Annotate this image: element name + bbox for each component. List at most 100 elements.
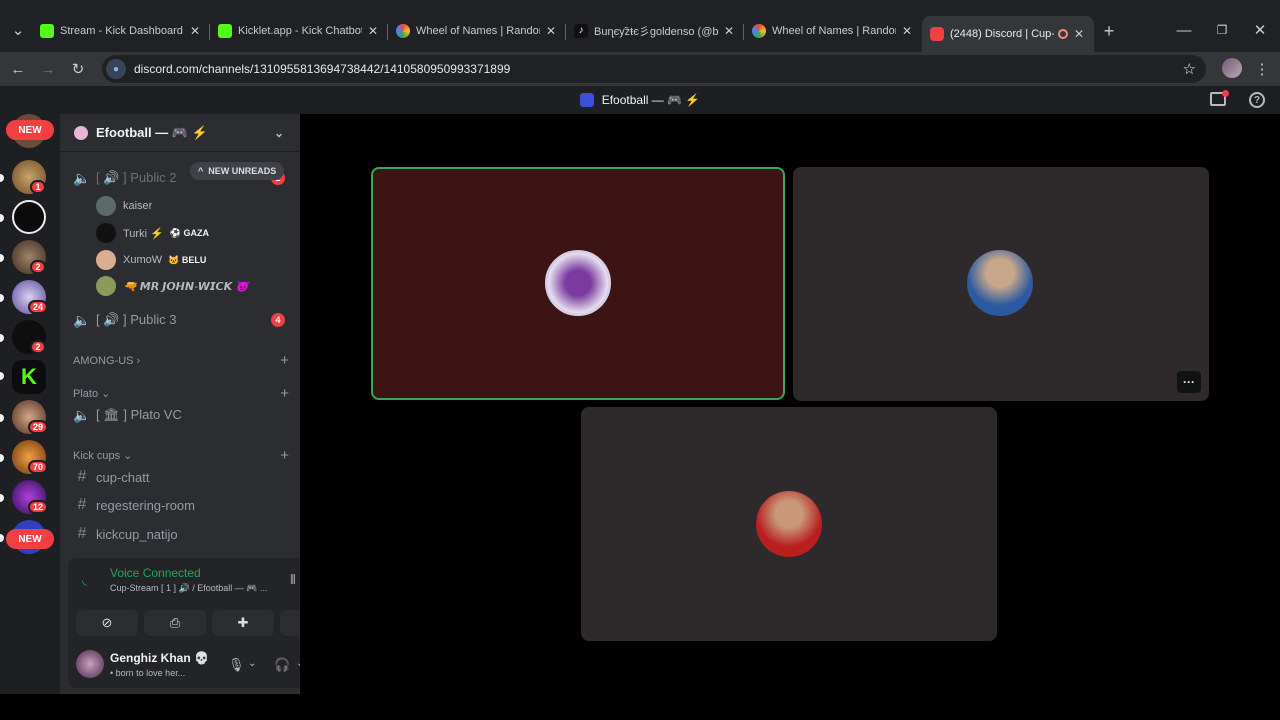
voice-stage: ···	[300, 114, 1280, 720]
wheel-favicon-icon	[752, 24, 766, 38]
restore-icon[interactable]: ❐	[1210, 18, 1234, 42]
signal-icon[interactable]: ◟	[82, 572, 87, 588]
reload-icon[interactable]: ↻	[66, 57, 90, 81]
guild-header[interactable]: Efootball — 🎮 ⚡ ⌄	[60, 114, 300, 152]
back-icon[interactable]: ←	[6, 57, 30, 81]
text-channel[interactable]: # regestering-room	[72, 493, 292, 517]
category-label: Kick cups ⌄	[73, 450, 133, 462]
tab-title: Wheel of Names | Random	[772, 25, 896, 37]
headphones-icon[interactable]: 🎧	[274, 657, 290, 673]
speaker-icon: 🔈	[73, 406, 91, 423]
soundboard-icon[interactable]: ⦀	[290, 572, 296, 588]
category-plato[interactable]: Plato ⌄ +	[73, 385, 289, 402]
participant-tile-speaking[interactable]	[371, 167, 785, 400]
camera-off-icon: ⊘	[101, 615, 113, 630]
help-icon[interactable]: ?	[1249, 92, 1265, 108]
category-among-us[interactable]: AMONG-US › +	[73, 352, 289, 369]
channel-name: kickcup_natijo	[96, 526, 178, 542]
efootball-server-icon[interactable]	[12, 200, 46, 234]
avatar	[96, 250, 116, 270]
browser-tab[interactable]: Kicklet.app - Kick Chatbot ✕	[210, 16, 386, 46]
new-unreads-button[interactable]: ^ NEW UNREADS	[190, 162, 285, 180]
voice-channel-plato-vc[interactable]: 🔈 [ 🏛 ] Plato VC	[72, 403, 292, 427]
participant-tile[interactable]	[581, 407, 997, 641]
category-kick-cups[interactable]: Kick cups ⌄ +	[73, 447, 289, 464]
camera-off-button[interactable]: ⊘	[76, 610, 138, 636]
browser-tab[interactable]: Wheel of Names | Random ✕	[744, 16, 920, 46]
activities-button[interactable]: ✚	[212, 610, 274, 636]
more-options-button[interactable]: ···	[1177, 371, 1201, 393]
close-icon[interactable]: ✕	[368, 24, 378, 38]
bookmark-star-icon[interactable]: ☆	[1183, 60, 1196, 78]
window-close-icon[interactable]: ✕	[1248, 18, 1272, 42]
unread-pip	[0, 534, 4, 542]
screen-share-button[interactable]: ⎙	[144, 610, 206, 636]
channel-mention-badge: 4	[271, 313, 285, 327]
voice-member[interactable]: kaiser	[96, 195, 152, 217]
minimize-icon[interactable]: —	[1172, 18, 1196, 42]
new-pill[interactable]: NEW	[6, 120, 54, 140]
voice-member[interactable]: XumoW 🐱 BELU	[96, 249, 206, 271]
close-icon[interactable]: ✕	[546, 24, 556, 38]
voice-member[interactable]: 🔫 𝙈𝙍 𝙅𝙊𝙃𝙉-𝙒𝙄𝘾𝙆 😈	[96, 275, 249, 297]
menu-icon[interactable]: ⋮	[1250, 57, 1274, 81]
close-icon[interactable]: ✕	[190, 24, 200, 38]
address-bar[interactable]: ● discord.com/channels/13109558136947384…	[102, 55, 1206, 83]
tab-title: Kicklet.app - Kick Chatbot	[238, 25, 362, 37]
tab-search-icon[interactable]: ⌄	[6, 18, 30, 42]
participant-avatar	[756, 491, 822, 557]
member-name: kaiser	[123, 200, 153, 212]
participant-tile[interactable]: ···	[793, 167, 1209, 401]
add-channel-icon[interactable]: +	[280, 352, 289, 369]
hashtag-icon: #	[77, 468, 87, 485]
voice-location[interactable]: Cup-Stream [ 1 ] 🔊 / Efootball — 🎮 ...	[110, 583, 267, 594]
forward-icon[interactable]: →	[36, 57, 60, 81]
member-tag: ⚽ GAZA	[169, 227, 210, 238]
discord-title-bar: Efootball — 🎮 ⚡ ?	[0, 86, 1280, 114]
chevron-down-icon[interactable]: ⌄	[274, 126, 284, 140]
browser-tab-active[interactable]: (2448) Discord | Cup-St ✕	[922, 16, 1094, 52]
screen-share-icon: ⎙	[169, 615, 181, 630]
unread-pip	[0, 454, 4, 462]
site-info-icon[interactable]: ●	[106, 59, 126, 79]
text-channel[interactable]: # cup-chatt	[72, 465, 292, 489]
browser-tab[interactable]: Stream - Kick Dashboard ✕	[32, 16, 208, 46]
tab-title: Wheel of Names | Random	[416, 25, 540, 37]
unread-pip	[0, 372, 4, 380]
tiktok-favicon-icon: ♪	[574, 24, 588, 38]
chevron-down-icon[interactable]: ⌄	[248, 658, 256, 669]
server-icon	[579, 93, 594, 107]
unread-pip	[0, 174, 4, 182]
mention-badge: 2	[30, 340, 46, 354]
window-title: Efootball — 🎮 ⚡	[601, 93, 701, 107]
mention-badge: 24	[28, 300, 49, 314]
close-icon[interactable]: ✕	[1074, 27, 1084, 41]
browser-tab[interactable]: Wheel of Names | Random ✕	[388, 16, 564, 46]
tab-title: Stream - Kick Dashboard	[60, 25, 183, 37]
kick-server-icon[interactable]: K	[12, 360, 46, 394]
voice-member[interactable]: Turki ⚡ ⚽ GAZA	[96, 222, 209, 244]
close-icon[interactable]: ✕	[902, 24, 912, 38]
discord-favicon-icon	[930, 27, 944, 41]
new-tab-button[interactable]: +	[1097, 19, 1121, 43]
unread-pip	[0, 214, 4, 222]
add-channel-icon[interactable]: +	[280, 447, 289, 464]
text-channel[interactable]: # kickcup_natijo	[72, 522, 292, 546]
user-name[interactable]: Genghiz Khan 💀	[110, 651, 209, 665]
user-avatar[interactable]	[76, 650, 104, 678]
close-icon[interactable]: ✕	[724, 24, 734, 38]
channel-name: cup-chatt	[96, 469, 150, 485]
microphone-icon[interactable]: 🎙	[228, 657, 245, 673]
hashtag-icon: #	[77, 496, 87, 513]
category-label: AMONG-US ›	[73, 354, 141, 367]
new-pill[interactable]: NEW	[6, 529, 54, 549]
new-unreads-label: NEW UNREADS	[208, 166, 277, 176]
voice-channel-public-3[interactable]: 🔈 [ 🔊 ] Public 3	[72, 308, 292, 332]
profile-avatar[interactable]	[1222, 58, 1242, 78]
unread-pip	[0, 294, 4, 302]
channel-name: [ 🔊 ] Public 2	[96, 170, 177, 185]
voice-status[interactable]: Voice Connected	[110, 566, 201, 580]
tab-title: (2448) Discord | Cup-St	[950, 28, 1054, 40]
browser-tab[interactable]: ♪ Buɳєу̃zŧє彡goldenso (@bu ✕	[566, 16, 742, 46]
add-channel-icon[interactable]: +	[280, 385, 289, 402]
